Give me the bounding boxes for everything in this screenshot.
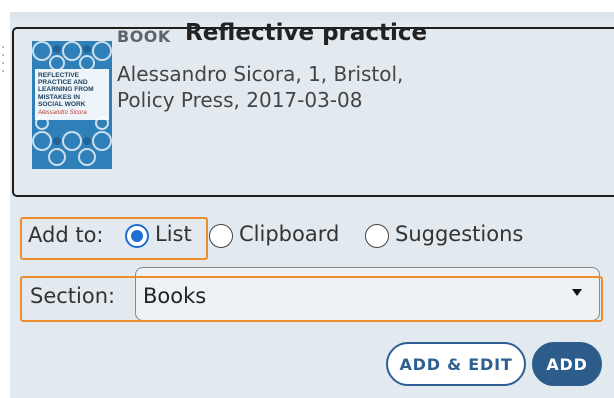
section-label: Section: [30,284,116,308]
radio-list[interactable] [125,224,149,248]
cover-text-block: REFLECTIVE PRACTICE AND LEARNING FROM MI… [35,69,109,121]
radio-clipboard[interactable] [209,224,233,248]
radio-suggestions[interactable] [365,224,389,248]
cover-title: REFLECTIVE PRACTICE AND LEARNING FROM MI… [38,72,94,108]
scroll-edge-dots [0,40,6,90]
item-title: Reflective practice [185,20,428,46]
item-meta-line-1: Alessandro Sicora, 1, Bristol, [117,62,404,86]
radio-suggestions-label[interactable]: Suggestions [395,222,523,246]
add-to-label: Add to: [28,223,104,247]
book-cover: REFLECTIVE PRACTICE AND LEARNING FROM MI… [32,41,112,169]
caret-down-icon[interactable] [572,289,582,296]
cover-author: Alessandro Sicora [38,110,87,117]
add-button[interactable]: ADD [532,342,602,386]
radio-clipboard-label[interactable]: Clipboard [239,222,339,246]
add-and-edit-button[interactable]: ADD & EDIT [386,342,526,386]
section-select-value[interactable]: Books [143,284,206,308]
item-type-label: BOOK [117,27,171,46]
radio-list-label[interactable]: List [155,222,192,246]
panel-top-strip [10,12,614,20]
item-meta-line-2: Policy Press, 2017-03-08 [117,88,363,112]
item-meta: Alessandro Sicora, 1, Bristol, Policy Pr… [117,61,547,113]
